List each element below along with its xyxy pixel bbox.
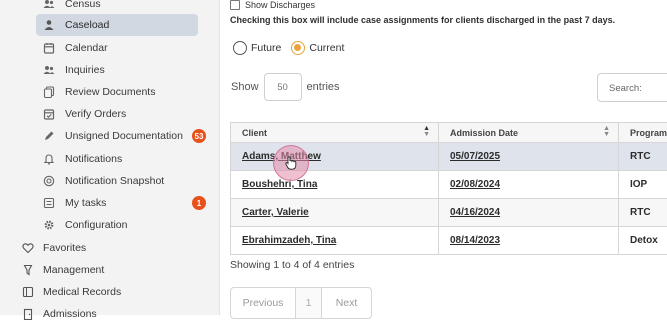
sidebar-item-label: Unsigned Documentation <box>65 130 183 142</box>
heart-icon <box>22 242 34 254</box>
previous-page-button[interactable]: Previous <box>231 288 296 318</box>
book-icon <box>22 286 34 298</box>
current-radio-label[interactable]: Current <box>309 42 344 54</box>
pagination: Previous 1 Next <box>230 287 372 319</box>
hand-cursor-icon <box>285 156 297 175</box>
column-header-admission-date[interactable]: Admission Date▲▼ <box>439 123 619 143</box>
sidebar-item-label: Calendar <box>65 42 108 54</box>
sidebar-item-calendar[interactable]: Calendar <box>36 37 198 59</box>
tasks-count-badge: 1 <box>192 196 206 210</box>
sidebar-section-label: Medical Records <box>43 286 121 298</box>
show-discharges-label: Show Discharges <box>245 0 315 10</box>
client-name-link[interactable]: Carter, Valerie <box>231 199 439 227</box>
sidebar-item-notification-snapshot[interactable]: Notification Snapshot <box>36 170 198 192</box>
calendar-check-icon <box>43 108 55 120</box>
sidebar-item-label: Notification Snapshot <box>65 175 164 187</box>
sidebar-section-management[interactable]: Management <box>16 259 206 281</box>
people-icon <box>43 0 55 10</box>
admission-date-link[interactable]: 02/08/2024 <box>439 171 619 199</box>
list-icon <box>43 197 55 209</box>
program-cell: RTC <box>619 199 667 227</box>
pen-icon <box>43 130 55 142</box>
person-icon <box>43 19 55 31</box>
entries-label: entries <box>307 81 340 93</box>
current-radio[interactable] <box>291 41 305 55</box>
door-icon <box>22 308 34 320</box>
caseload-table: Client▲▼ Admission Date▲▼ Program Adams,… <box>230 122 667 255</box>
sidebar-item-label: Review Documents <box>65 86 155 98</box>
future-radio[interactable] <box>233 41 247 55</box>
show-label: Show <box>231 81 259 93</box>
show-discharges-row[interactable]: Show Discharges <box>230 0 315 10</box>
calendar-icon <box>43 42 55 54</box>
search-input[interactable]: Search: <box>597 73 667 102</box>
sidebar-item-unsigned-documentation[interactable]: Unsigned Documentation 53 <box>36 125 198 147</box>
admission-date-link[interactable]: 08/14/2023 <box>439 227 619 255</box>
page-1-button[interactable]: 1 <box>296 288 322 318</box>
sidebar-item-notifications[interactable]: Notifications <box>36 148 198 170</box>
admission-date-link[interactable]: 05/07/2025 <box>439 143 619 171</box>
table-info: Showing 1 to 4 of 4 entries <box>230 259 354 271</box>
funnel-icon <box>22 264 34 276</box>
sidebar-section-admissions[interactable]: Admissions <box>16 303 206 325</box>
sidebar-section-label: Admissions <box>43 308 97 320</box>
client-name-link[interactable]: Boushehri, Tina <box>231 171 439 199</box>
program-cell: RTC <box>619 143 667 171</box>
table-row[interactable]: Ebrahimzadeh, Tina 08/14/2023 Detox <box>231 227 667 255</box>
sidebar-item-label: Verify Orders <box>65 108 126 120</box>
sidebar-section-label: Management <box>43 264 104 276</box>
sidebar: Census Caseload Calendar Inquiries Revie… <box>0 0 220 315</box>
next-page-button[interactable]: Next <box>322 288 371 318</box>
sidebar-item-label: Inquiries <box>65 64 105 76</box>
program-cell: Detox <box>619 227 667 255</box>
sidebar-item-census[interactable]: Census <box>36 0 198 15</box>
sidebar-item-configuration[interactable]: Configuration <box>36 214 198 236</box>
sidebar-item-label: My tasks <box>65 197 106 209</box>
sidebar-item-label: Notifications <box>65 153 122 165</box>
admission-date-link[interactable]: 04/16/2024 <box>439 199 619 227</box>
sidebar-section-favorites[interactable]: Favorites <box>16 237 206 259</box>
bell-icon <box>43 153 55 165</box>
column-header-program[interactable]: Program <box>619 123 667 143</box>
discharge-note: Checking this box will include case assi… <box>230 15 615 25</box>
sidebar-item-caseload[interactable]: Caseload <box>36 14 198 36</box>
camera-icon <box>43 175 55 187</box>
sidebar-item-inquiries[interactable]: Inquiries <box>36 59 198 81</box>
client-name-link[interactable]: Adams, Matthew <box>231 143 439 171</box>
show-discharges-checkbox[interactable] <box>230 0 240 10</box>
documents-icon <box>43 86 55 98</box>
time-filter-radios: Future Current <box>233 41 344 55</box>
future-radio-label[interactable]: Future <box>251 42 281 54</box>
sort-icon: ▲▼ <box>423 126 430 138</box>
client-name-link[interactable]: Ebrahimzadeh, Tina <box>231 227 439 255</box>
sidebar-item-review-documents[interactable]: Review Documents <box>36 81 198 103</box>
sort-icon: ▲▼ <box>603 126 610 138</box>
table-row[interactable]: Carter, Valerie 04/16/2024 RTC <box>231 199 667 227</box>
program-cell: IOP <box>619 171 667 199</box>
entries-length-control: Show 50 entries <box>231 73 340 101</box>
sidebar-item-label: Configuration <box>65 219 127 231</box>
sidebar-section-label: Favorites <box>43 242 86 254</box>
sidebar-section-medical-records[interactable]: Medical Records <box>16 281 206 303</box>
sidebar-item-my-tasks[interactable]: My tasks 1 <box>36 192 198 214</box>
sidebar-item-label: Census <box>65 0 101 10</box>
people-icon <box>43 64 55 76</box>
sidebar-item-label: Caseload <box>65 19 109 31</box>
unsigned-count-badge: 53 <box>192 129 206 143</box>
gear-icon <box>43 219 55 231</box>
column-header-client[interactable]: Client▲▼ <box>231 123 439 143</box>
entries-select[interactable]: 50 <box>264 73 302 101</box>
sidebar-item-verify-orders[interactable]: Verify Orders <box>36 103 198 125</box>
